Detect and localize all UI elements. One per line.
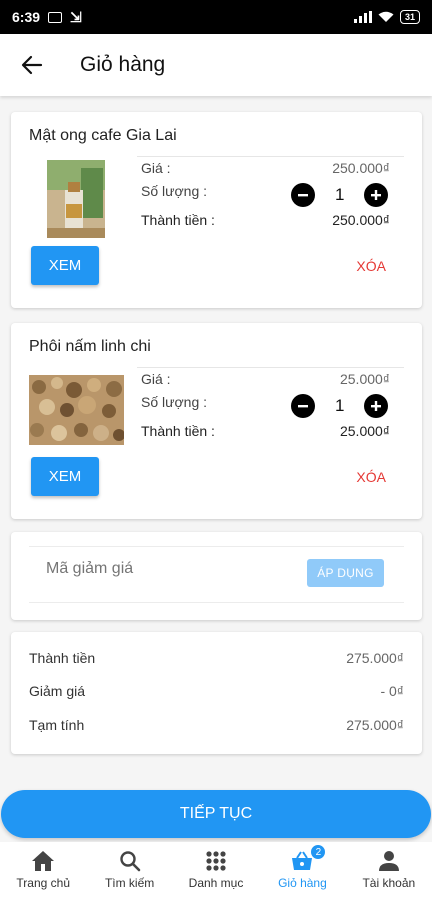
- nav-item-account[interactable]: Tài khoản: [346, 842, 432, 900]
- divider: [137, 367, 404, 368]
- plus-icon: [371, 401, 381, 411]
- discount-label: Giảm giá: [29, 683, 86, 699]
- line-total-value: 25.000₫: [339, 423, 390, 439]
- message-icon: [48, 11, 63, 23]
- nav-item-categories[interactable]: Danh mục: [173, 842, 259, 900]
- discount-value: - 0₫: [380, 683, 404, 699]
- subtotal-label: Thành tiền: [29, 650, 96, 666]
- decrease-quantity-button[interactable]: [291, 183, 315, 207]
- line-total-label: Thành tiền :: [141, 423, 215, 439]
- view-product-button[interactable]: XEM: [31, 457, 99, 496]
- product-name: Phôi nấm linh chi: [29, 338, 151, 355]
- download-icon: ⇲: [70, 8, 82, 25]
- quantity-label: Số lượng :: [141, 394, 208, 410]
- minus-icon: [298, 405, 308, 408]
- arrow-left-icon: [21, 55, 43, 75]
- coupon-card: ÁP DỤNG: [11, 532, 422, 620]
- increase-quantity-button[interactable]: [364, 394, 388, 418]
- view-product-button[interactable]: XEM: [31, 246, 99, 285]
- back-button[interactable]: [12, 45, 52, 85]
- product-name: Mật ong cafe Gia Lai: [29, 127, 177, 144]
- estimated-total-label: Tạm tính: [29, 717, 85, 733]
- quantity-label: Số lượng :: [141, 183, 208, 199]
- home-icon: [32, 851, 55, 871]
- page-title: Giỏ hàng: [80, 53, 166, 76]
- nav-label: Tài khoản: [362, 876, 416, 890]
- cart-item-card: Mật ong cafe Gia Lai Giá : 250.000₫ Số l…: [11, 112, 422, 308]
- line-total-value: 250.000₫: [332, 212, 390, 228]
- status-time: 6:39: [12, 9, 41, 25]
- price-value: 250.000₫: [332, 160, 390, 176]
- nav-item-home[interactable]: Trang chủ: [0, 842, 86, 900]
- minus-icon: [298, 194, 308, 197]
- decrease-quantity-button[interactable]: [291, 394, 315, 418]
- cart-count-badge: 2: [310, 844, 327, 860]
- quantity-value: 1: [335, 185, 345, 204]
- subtotal-value: 275.000₫: [346, 650, 404, 666]
- quantity-value: 1: [335, 396, 345, 415]
- estimated-total-value: 275.000₫: [346, 717, 404, 733]
- bottom-navigation: Trang chủ Tìm kiếm Danh mục 2 Giỏ hàng T…: [0, 842, 432, 900]
- product-thumbnail: [47, 160, 105, 238]
- delete-item-button[interactable]: XÓA: [356, 469, 386, 485]
- signal-icon: [353, 11, 372, 23]
- nav-label: Danh mục: [188, 876, 244, 890]
- nav-label: Giỏ hàng: [278, 876, 327, 890]
- divider: [29, 602, 404, 603]
- increase-quantity-button[interactable]: [364, 183, 388, 207]
- delete-item-button[interactable]: XÓA: [356, 258, 386, 274]
- nav-item-cart[interactable]: 2 Giỏ hàng: [259, 842, 345, 900]
- divider: [29, 546, 404, 547]
- coupon-code-input[interactable]: [46, 560, 276, 578]
- search-icon: [119, 851, 140, 872]
- continue-checkout-button[interactable]: TIẾP TỤC: [1, 790, 431, 838]
- plus-icon: [371, 190, 381, 200]
- account-icon: [378, 851, 399, 871]
- app-bar: Giỏ hàng: [0, 34, 432, 96]
- grid-icon: [206, 851, 226, 871]
- nav-label: Tìm kiếm: [104, 876, 155, 890]
- line-total-label: Thành tiền :: [141, 212, 215, 228]
- price-value: 25.000₫: [339, 371, 390, 387]
- apply-coupon-button[interactable]: ÁP DỤNG: [307, 559, 384, 587]
- status-bar: 6:39 ⇲ 31: [0, 0, 432, 34]
- price-label: Giá :: [141, 160, 171, 176]
- nav-label: Trang chủ: [16, 876, 70, 890]
- battery-indicator: 31: [399, 10, 420, 24]
- cart-item-card: Phôi nấm linh chi Giá : 25.000₫ Số lượng…: [11, 323, 422, 519]
- wifi-icon: [378, 11, 394, 22]
- product-thumbnail: [29, 375, 124, 445]
- divider: [137, 156, 404, 157]
- order-summary-card: Thành tiền 275.000₫ Giảm giá - 0₫ Tạm tí…: [11, 632, 422, 754]
- nav-item-search[interactable]: Tìm kiếm: [86, 842, 172, 900]
- price-label: Giá :: [141, 371, 171, 387]
